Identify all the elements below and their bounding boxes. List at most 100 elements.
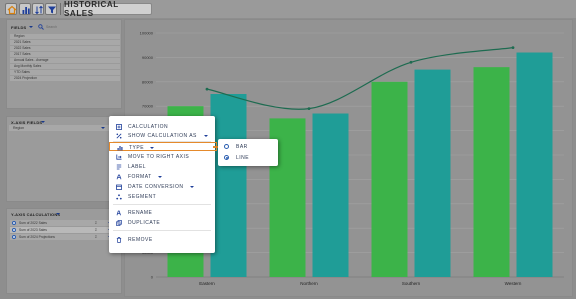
filter-icon[interactable] [45, 3, 57, 15]
chevron-down-icon[interactable] [158, 176, 162, 178]
menu-segment[interactable]: SEGMENT [109, 192, 215, 201]
check-icon[interactable] [12, 235, 16, 239]
search-input[interactable]: Search [46, 25, 57, 29]
bar [414, 69, 451, 277]
percent-icon [116, 133, 122, 138]
y-calc-row[interactable]: Sum of 2024 Projections Σ [10, 234, 112, 240]
menu-date-conversion[interactable]: DATE CONVERSION [109, 182, 215, 191]
field-item[interactable]: 2017 Sales [10, 52, 120, 57]
field-item[interactable]: 2021 Sales [10, 40, 120, 45]
menu-duplicate[interactable]: DUPLICATE [109, 218, 215, 227]
bar [473, 67, 510, 277]
menu-show-calculation-as[interactable]: SHOW CALCULATION AS [109, 131, 215, 140]
menu-label: LABEL [128, 163, 147, 170]
x-tick-label: Northern [300, 281, 318, 286]
field-item[interactable]: Avg Monthly Sales [10, 64, 120, 69]
bar [371, 81, 408, 277]
menu-label: SHOW CALCULATION AS [128, 132, 197, 139]
x-axis-field-region[interactable]: Region [9, 125, 112, 131]
fields-label: FIELDS [11, 25, 27, 30]
menu-label: FORMAT [128, 173, 152, 180]
rename-icon [116, 210, 121, 215]
menu-divider [113, 230, 211, 231]
type-option-line[interactable]: LINE [218, 152, 278, 162]
menu-label: SEGMENT [128, 193, 157, 200]
sort-icon[interactable] [32, 3, 44, 15]
bar [516, 52, 553, 277]
y-tick-label: 90000 [142, 55, 154, 60]
chevron-down-icon[interactable] [29, 26, 33, 28]
segment-icon [116, 193, 122, 199]
line-point [511, 46, 515, 50]
menu-label: REMOVE [128, 236, 153, 243]
menu-type[interactable]: TYPE [109, 142, 217, 151]
y-axis-calculations-panel: Y-AXIS CALCULATIONS Sum of 2022 Sales Σ … [6, 208, 122, 294]
menu-remove[interactable]: REMOVE [109, 235, 215, 244]
report-title[interactable]: HISTORICAL SALES [63, 0, 152, 18]
bar-chart-icon[interactable] [19, 3, 31, 15]
sum-icon: Σ [95, 235, 98, 239]
y-calc-label: Sum of 2022 Sales [19, 221, 47, 225]
bar [210, 94, 247, 277]
menu-calculation[interactable]: CALCULATION [109, 122, 215, 131]
menu-label: CALCULATION [128, 123, 169, 130]
chevron-down-icon[interactable] [190, 186, 194, 188]
y-calc-row[interactable]: Sum of 2022 Sales Σ [10, 220, 112, 226]
bar [312, 113, 349, 278]
menu-label-item[interactable]: LABEL [109, 162, 215, 171]
line-point [409, 60, 413, 64]
y-axis-calculations-label: Y-AXIS CALCULATIONS [11, 212, 61, 217]
radio-unselected-icon[interactable] [224, 144, 229, 149]
check-icon[interactable] [12, 228, 16, 232]
y-tick-label: 100000 [140, 31, 154, 36]
toolbar-divider [60, 3, 61, 15]
y-tick-label: 0 [151, 275, 154, 280]
x-tick-label: Southern [402, 281, 421, 286]
field-item[interactable]: Region [10, 34, 120, 39]
menu-move-to-right-axis[interactable]: MOVE TO RIGHT AXIS [109, 152, 215, 161]
radio-selected-icon[interactable] [224, 155, 229, 160]
field-item[interactable]: 2024 Projection [10, 76, 120, 81]
chevron-down-icon[interactable] [150, 147, 154, 149]
menu-label: TYPE [129, 144, 145, 151]
x-tick-label: Western [505, 281, 522, 286]
context-menu: CALCULATION SHOW CALCULATION AS TYPE MOV… [109, 116, 217, 253]
duplicate-icon [116, 219, 122, 226]
menu-divider [113, 204, 211, 205]
search-icon[interactable] [38, 24, 44, 30]
menu-label: MOVE TO RIGHT AXIS [128, 153, 190, 160]
fields-panel: FIELDS Search Region 2021 Sales 2022 Sal… [6, 19, 122, 109]
y-tick-label: 80000 [142, 79, 154, 84]
line-point [307, 107, 311, 111]
y-calc-label: Sum of 2023 Sales [19, 228, 47, 232]
y-calc-label: Sum of 2024 Projections [19, 235, 55, 239]
line-point [205, 87, 209, 91]
y-calc-row-selected[interactable]: Sum of 2023 Sales Σ [10, 227, 112, 233]
type-submenu: BAR LINE [218, 139, 278, 166]
chevron-down-icon[interactable] [41, 121, 45, 123]
sum-icon: Σ [95, 228, 98, 232]
menu-format[interactable]: FORMAT [109, 172, 215, 181]
field-item[interactable]: Annual Sales - Average [10, 58, 120, 63]
chevron-down-icon[interactable] [204, 135, 208, 137]
y-tick-label: 70000 [142, 104, 154, 109]
toolbar: HISTORICAL SALES [0, 0, 576, 18]
field-item[interactable]: 2022 Sales [10, 46, 120, 51]
check-icon[interactable] [12, 221, 16, 225]
menu-label: RENAME [128, 209, 153, 216]
calendar-icon [116, 184, 122, 190]
label-icon [116, 164, 122, 169]
chevron-down-icon[interactable] [56, 213, 60, 215]
format-icon [116, 174, 122, 179]
calculator-icon [116, 123, 122, 130]
home-icon[interactable] [5, 3, 17, 15]
series-line [206, 47, 514, 110]
sum-icon: Σ [95, 221, 98, 225]
menu-label: DUPLICATE [128, 219, 161, 226]
menu-rename[interactable]: RENAME [109, 208, 215, 217]
option-label: LINE [236, 155, 250, 161]
x-tick-label: Eastern [199, 281, 215, 286]
chevron-down-icon[interactable] [101, 127, 105, 129]
type-option-bar[interactable]: BAR [218, 141, 278, 151]
field-item[interactable]: YTD Sales [10, 70, 120, 75]
